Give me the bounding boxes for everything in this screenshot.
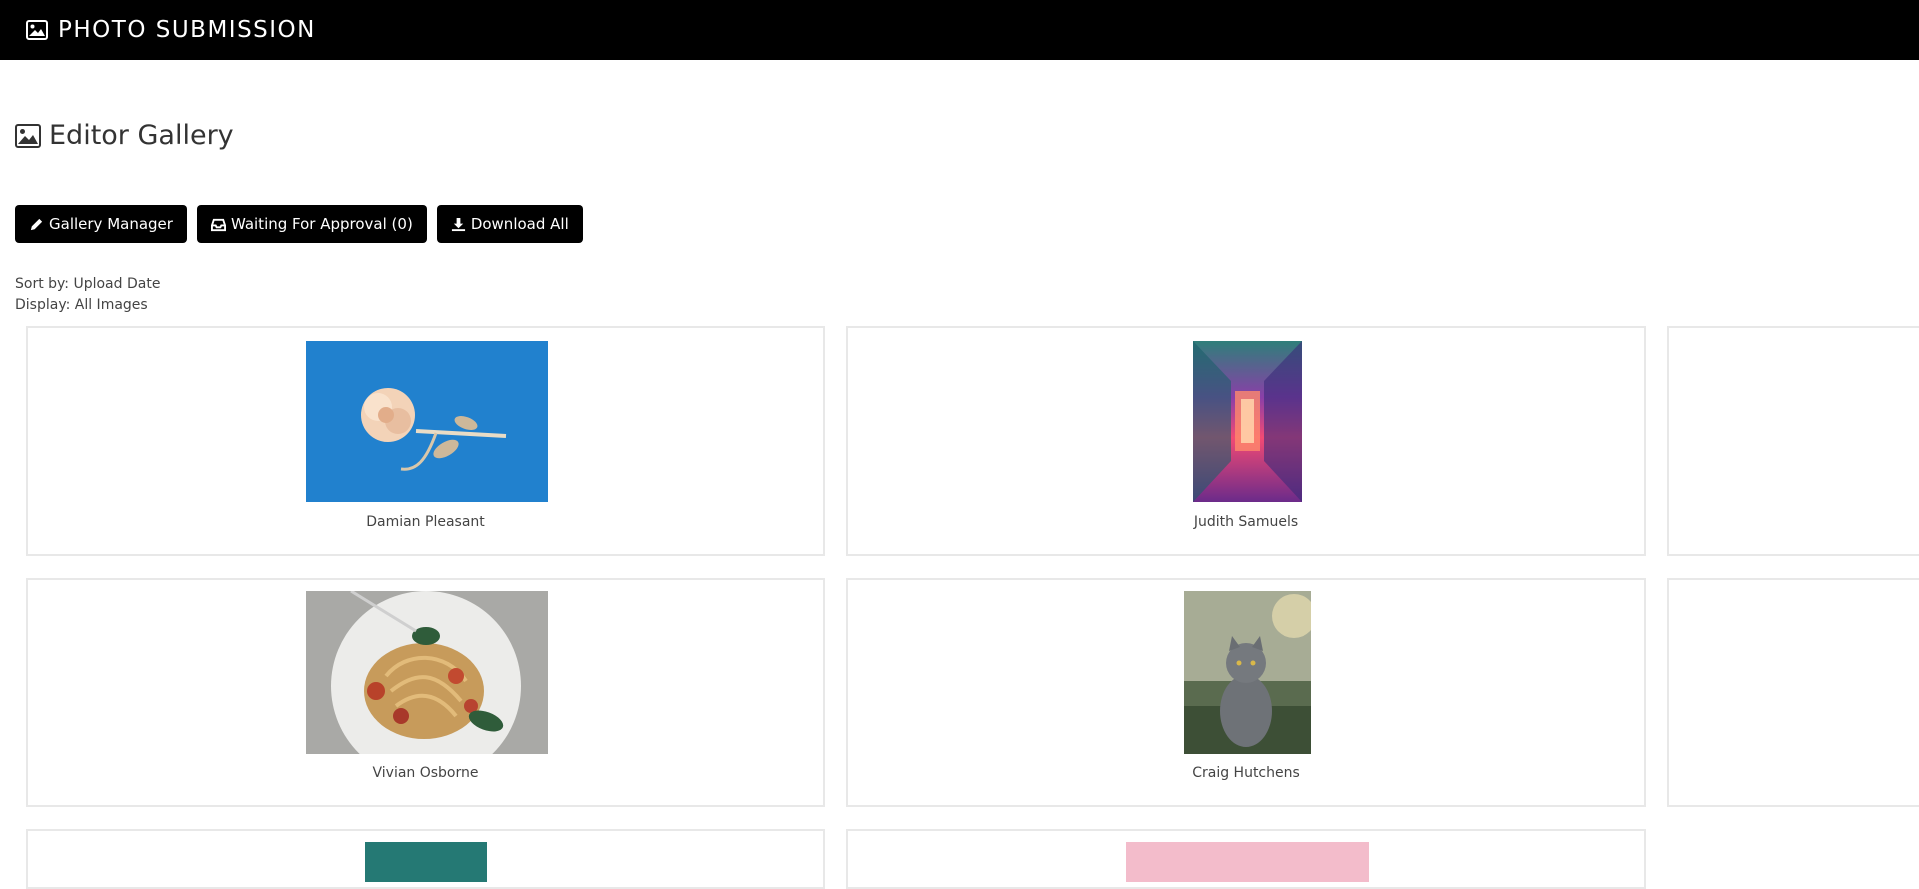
photo-thumbnail[interactable] — [365, 842, 487, 882]
sort-by-link[interactable]: Sort by: Upload Date — [15, 274, 160, 295]
page-title-text: Editor Gallery — [49, 120, 234, 151]
gallery-card[interactable]: Damian Pleasant — [26, 326, 825, 556]
photographer-name: Damian Pleasant — [366, 514, 485, 530]
brand-link[interactable]: PHOTO SUBMISSION — [26, 17, 316, 43]
photo-thumbnail[interactable] — [1184, 591, 1311, 754]
download-all-label: Download All — [470, 215, 569, 233]
photographer-name: Judith Samuels — [1193, 514, 1299, 530]
app-title: PHOTO SUBMISSION — [58, 17, 316, 43]
photographer-name: Craig Hutchens — [1192, 765, 1300, 781]
toolbar: Gallery Manager Waiting For Approval (0)… — [15, 205, 583, 243]
display-filter-link[interactable]: Display: All Images — [15, 295, 160, 316]
image-icon — [15, 123, 41, 148]
gallery-card[interactable] — [1667, 326, 1919, 556]
photo-thumbnail[interactable] — [306, 341, 548, 502]
download-all-button[interactable]: Download All — [436, 205, 583, 243]
gallery-card[interactable]: Judith Samuels — [846, 326, 1646, 556]
gallery-card[interactable]: Vivian Osborne — [26, 578, 825, 807]
download-icon — [451, 217, 465, 231]
photographer-name: Vivian Osborne — [372, 765, 479, 781]
photo-thumbnail[interactable] — [1126, 842, 1369, 882]
gallery-manager-button[interactable]: Gallery Manager — [15, 205, 187, 243]
top-navbar: PHOTO SUBMISSION — [0, 0, 1919, 60]
image-icon — [26, 20, 48, 40]
waiting-for-approval-label: Waiting For Approval (0) — [230, 215, 413, 233]
pencil-icon — [30, 218, 43, 230]
waiting-for-approval-button[interactable]: Waiting For Approval (0) — [196, 205, 427, 243]
gallery-card[interactable] — [1667, 578, 1919, 807]
gallery-card[interactable] — [846, 829, 1646, 889]
page-title: Editor Gallery — [15, 120, 234, 151]
photo-thumbnail[interactable] — [1193, 341, 1302, 502]
gallery-manager-label: Gallery Manager — [49, 215, 173, 233]
photo-thumbnail[interactable] — [306, 591, 548, 754]
inbox-icon — [210, 218, 226, 231]
gallery-filters: Sort by: Upload Date Display: All Images — [15, 274, 160, 316]
gallery-card[interactable] — [26, 829, 825, 889]
gallery-card[interactable]: Craig Hutchens — [846, 578, 1646, 807]
